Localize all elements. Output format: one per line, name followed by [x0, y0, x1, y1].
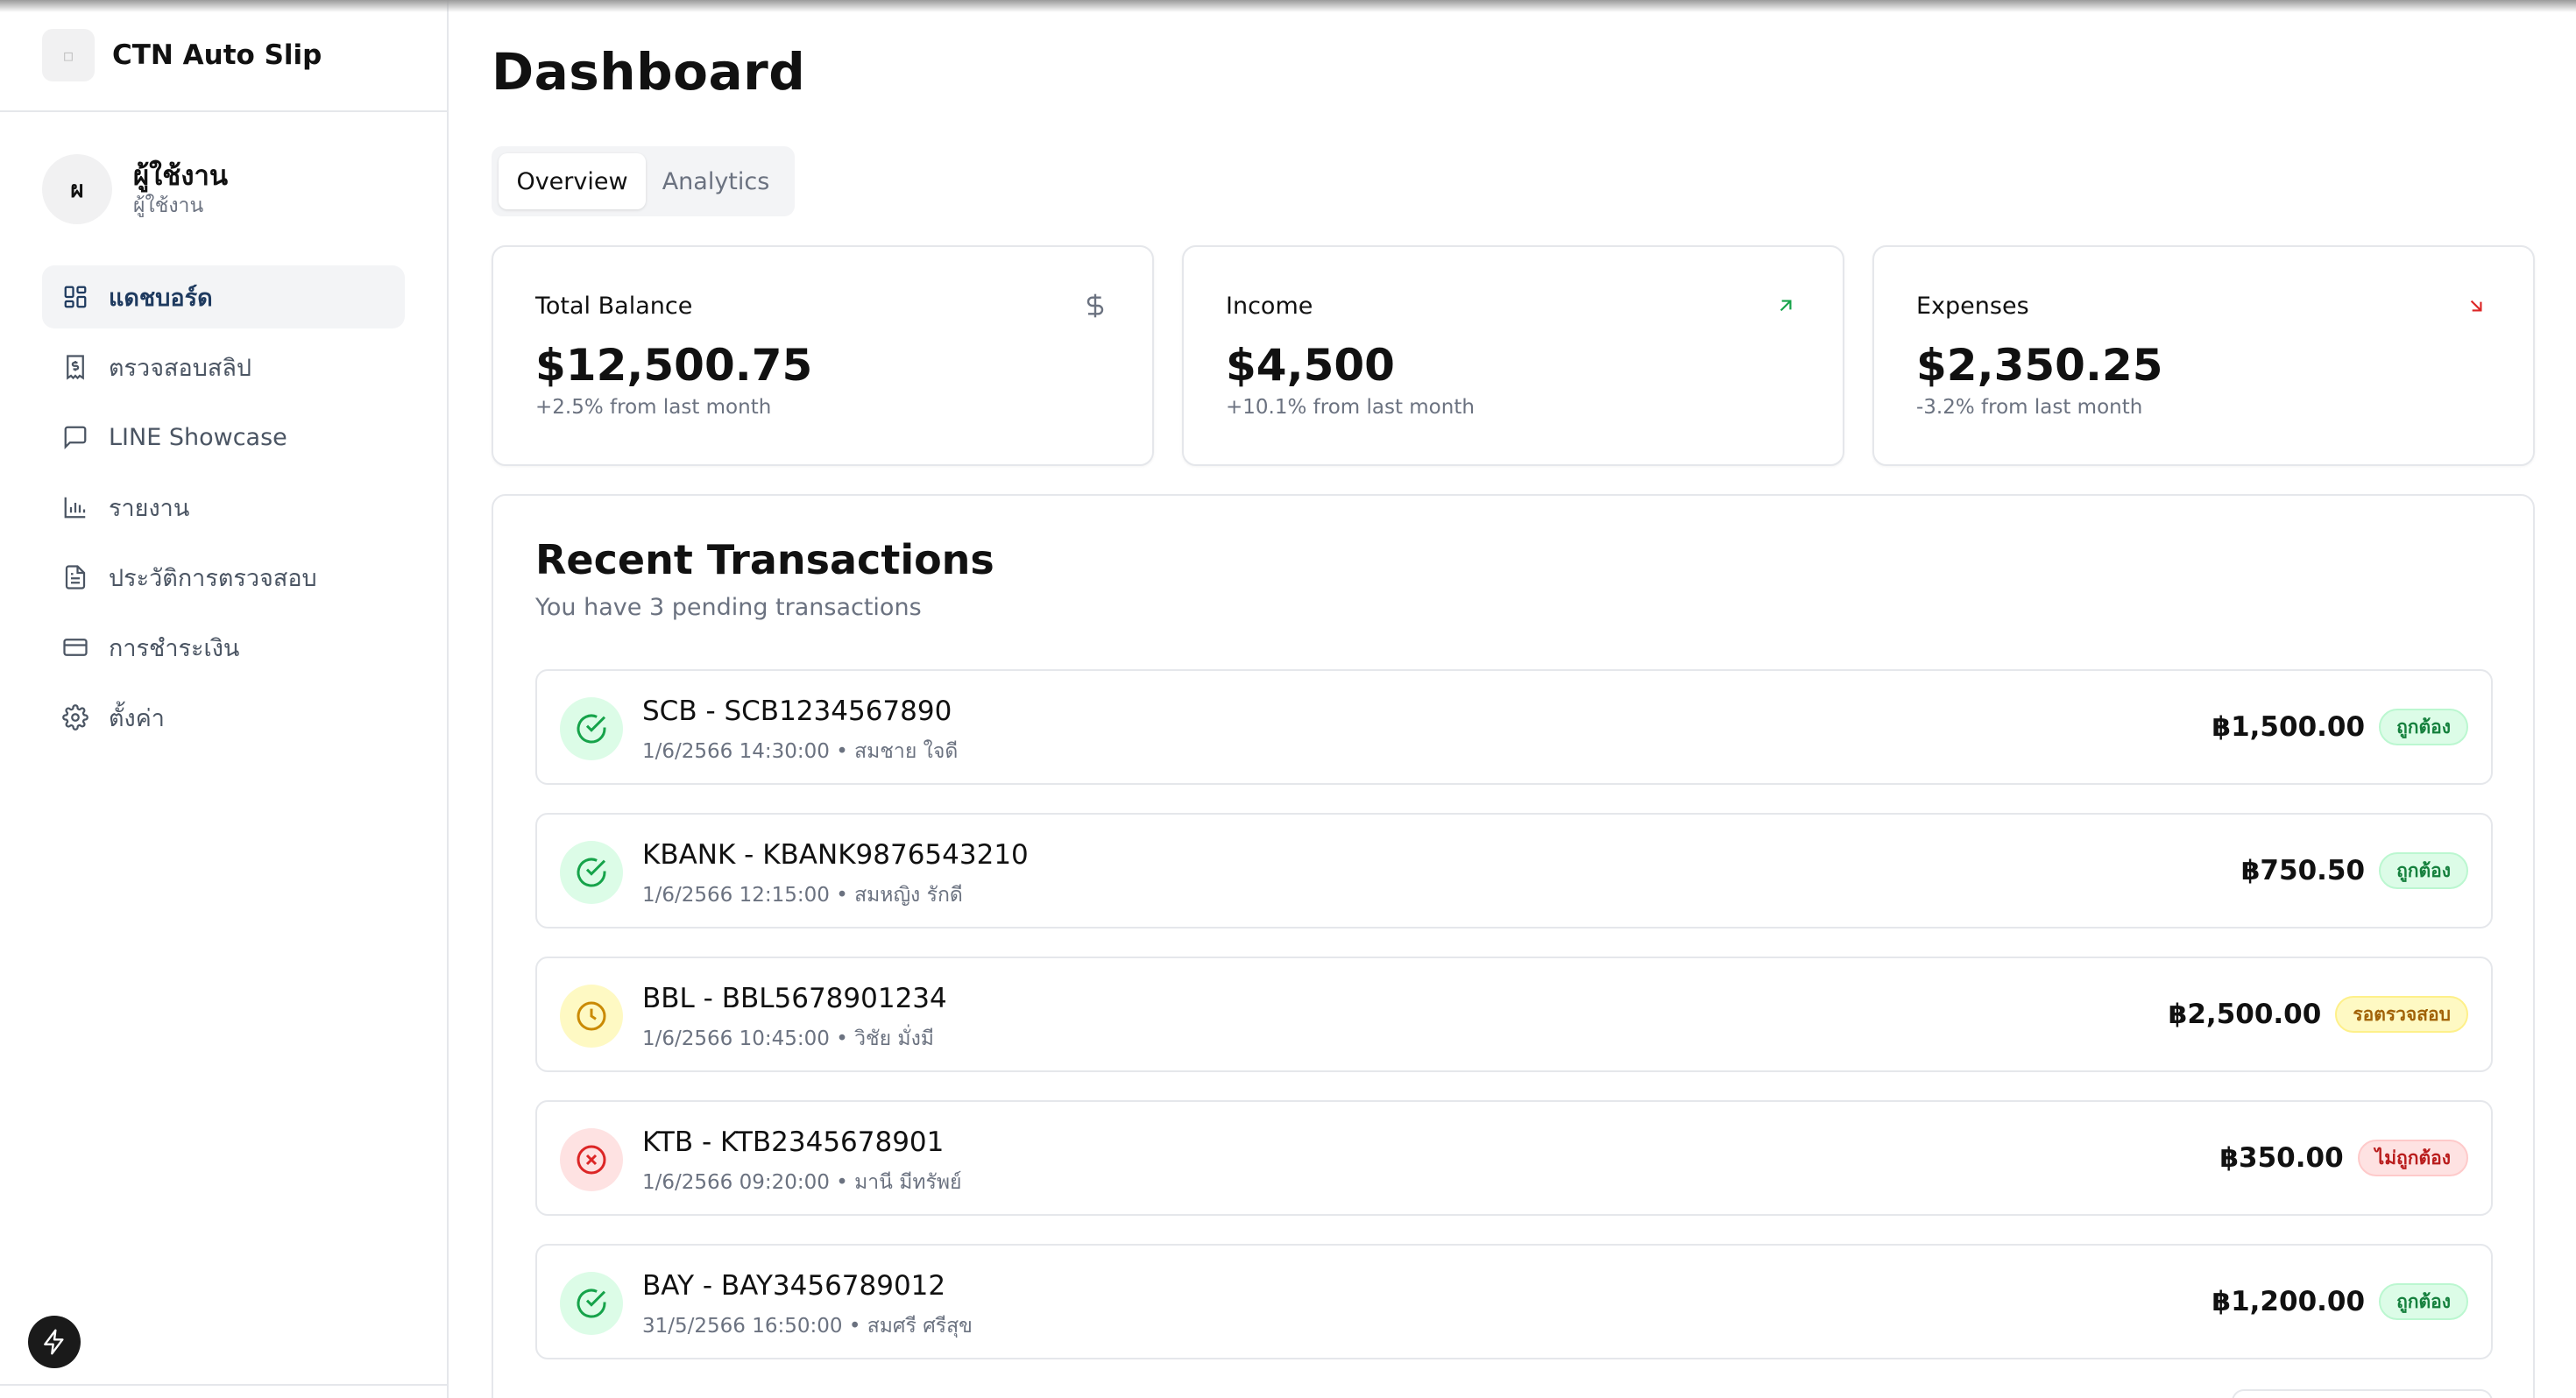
- sidebar-item-line-showcase[interactable]: LINE Showcase: [42, 406, 405, 469]
- stat-value: $12,500.75: [535, 340, 813, 391]
- gear-icon: [61, 703, 89, 731]
- status-badge: ไม่ถูกต้อง: [2357, 1140, 2468, 1176]
- stat-change: -3.2% from last month: [1916, 396, 2143, 419]
- recent-transactions-card: Recent Transactions You have 3 pending t…: [492, 494, 2535, 1398]
- transaction-meta: 31/5/2566 16:50:00 • สมศรี ศรีสุข: [642, 1315, 973, 1338]
- stat-label: Expenses: [1916, 293, 2029, 320]
- stat-label: Income: [1226, 293, 1313, 320]
- check-circle-icon: [560, 697, 623, 760]
- page-title: Dashboard: [492, 42, 806, 102]
- sidebar-item-label: แดชบอร์ด: [109, 284, 213, 312]
- stat-change: +10.1% from last month: [1226, 396, 1475, 419]
- arrow-down-right-icon: [2461, 291, 2491, 321]
- sidebar-item-dashboard[interactable]: แดชบอร์ด: [42, 265, 405, 328]
- sidebar-item-label: การชำระเงิน: [109, 634, 240, 662]
- transaction-amount: ฿750.50: [2240, 855, 2366, 886]
- bolt-icon[interactable]: [28, 1316, 81, 1368]
- transaction-name: KBANK - KBANK9876543210: [642, 839, 1029, 871]
- stat-card-income: Income $4,500 +10.1% from last month: [1182, 245, 1844, 466]
- clock-icon: [560, 985, 623, 1048]
- transaction-meta: 1/6/2566 10:45:00 • วิชัย มั่งมี: [642, 1027, 934, 1050]
- user-profile[interactable]: ผ ผู้ใช้งาน ผู้ใช้งาน: [42, 154, 228, 224]
- sidebar-item-verify-slip[interactable]: ตรวจสอบสลิป: [42, 335, 405, 399]
- receipt-icon: [61, 353, 89, 381]
- stat-change: +2.5% from last month: [535, 396, 772, 419]
- dollar-icon: [1080, 291, 1110, 321]
- transaction-amount: ฿2,500.00: [2168, 999, 2322, 1030]
- stat-value: $4,500: [1226, 340, 1395, 391]
- view-all-button[interactable]: [2232, 1389, 2493, 1398]
- sidebar-divider: [0, 1384, 449, 1386]
- app-name: CTN Auto Slip: [112, 39, 322, 71]
- transaction-name: SCB - SCB1234567890: [642, 695, 952, 727]
- x-circle-icon: [560, 1128, 623, 1191]
- status-badge: ถูกต้อง: [2379, 709, 2468, 745]
- status-badge: ถูกต้อง: [2379, 1283, 2468, 1320]
- avatar: ผ: [42, 154, 112, 224]
- bar-chart-icon: [61, 493, 89, 521]
- sidebar-item-label: ตั้งค่า: [109, 704, 165, 732]
- transaction-amount: ฿350.00: [2219, 1142, 2344, 1174]
- stat-value: $2,350.25: [1916, 340, 2163, 391]
- stat-label: Total Balance: [535, 293, 693, 320]
- arrow-up-right-icon: [1771, 291, 1801, 321]
- sidebar-item-history[interactable]: ประวัติการตรวจสอบ: [42, 546, 405, 609]
- section-subtitle: You have 3 pending transactions: [535, 594, 922, 621]
- transaction-row[interactable]: KBANK - KBANK9876543210 1/6/2566 12:15:0…: [535, 813, 2493, 928]
- message-icon: [61, 423, 89, 451]
- file-text-icon: [61, 563, 89, 591]
- app-logo-icon[interactable]: ▫: [42, 29, 95, 81]
- dashboard-icon: [61, 283, 89, 311]
- section-title: Recent Transactions: [535, 536, 994, 583]
- transaction-row[interactable]: SCB - SCB1234567890 1/6/2566 14:30:00 • …: [535, 669, 2493, 785]
- sidebar-item-label: ตรวจสอบสลิป: [109, 354, 252, 382]
- transaction-row[interactable]: KTB - KTB2345678901 1/6/2566 09:20:00 • …: [535, 1100, 2493, 1216]
- transaction-amount: ฿1,200.00: [2212, 1286, 2366, 1317]
- transaction-name: KTB - KTB2345678901: [642, 1126, 945, 1158]
- check-circle-icon: [560, 1272, 623, 1335]
- tab-overview[interactable]: Overview: [499, 153, 646, 209]
- transaction-meta: 1/6/2566 12:15:00 • สมหญิง รักดี: [642, 884, 963, 907]
- transaction-name: BBL - BBL5678901234: [642, 983, 947, 1014]
- transaction-meta: 1/6/2566 14:30:00 • สมชาย ใจดี: [642, 740, 959, 763]
- stat-card-expenses: Expenses $2,350.25 -3.2% from last month: [1872, 245, 2535, 466]
- sidebar-item-label: ประวัติการตรวจสอบ: [109, 564, 317, 592]
- sidebar-item-reports[interactable]: รายงาน: [42, 476, 405, 539]
- tab-analytics[interactable]: Analytics: [646, 153, 786, 209]
- transaction-name: BAY - BAY3456789012: [642, 1270, 946, 1302]
- sidebar: ▫ CTN Auto Slip ผ ผู้ใช้งาน ผู้ใช้งาน แด…: [0, 0, 449, 1398]
- profile-name: ผู้ใช้งาน: [133, 160, 229, 192]
- brand-header: ▫ CTN Auto Slip: [0, 0, 447, 112]
- profile-role: ผู้ใช้งาน: [133, 194, 204, 217]
- stat-card-total-balance: Total Balance $12,500.75 +2.5% from last…: [492, 245, 1154, 466]
- main-content: Dashboard Overview Analytics Total Balan…: [450, 0, 2576, 1398]
- transaction-row[interactable]: BBL - BBL5678901234 1/6/2566 10:45:00 • …: [535, 957, 2493, 1072]
- tab-list: Overview Analytics: [492, 146, 795, 216]
- transaction-meta: 1/6/2566 09:20:00 • มานี มีทรัพย์: [642, 1171, 962, 1194]
- transaction-row[interactable]: BAY - BAY3456789012 31/5/2566 16:50:00 •…: [535, 1244, 2493, 1359]
- sidebar-item-payment[interactable]: การชำระเงิน: [42, 616, 405, 679]
- status-badge: รอตรวจสอบ: [2335, 996, 2468, 1033]
- sidebar-nav: แดชบอร์ด ตรวจสอบสลิป LINE Showcase รายงา…: [42, 265, 405, 756]
- status-badge: ถูกต้อง: [2379, 852, 2468, 889]
- check-circle-icon: [560, 841, 623, 904]
- sidebar-item-label: รายงาน: [109, 494, 190, 522]
- sidebar-item-settings[interactable]: ตั้งค่า: [42, 686, 405, 749]
- credit-card-icon: [61, 633, 89, 661]
- transaction-amount: ฿1,500.00: [2212, 711, 2366, 743]
- top-shadow: [0, 0, 2576, 12]
- sidebar-item-label: LINE Showcase: [109, 423, 287, 451]
